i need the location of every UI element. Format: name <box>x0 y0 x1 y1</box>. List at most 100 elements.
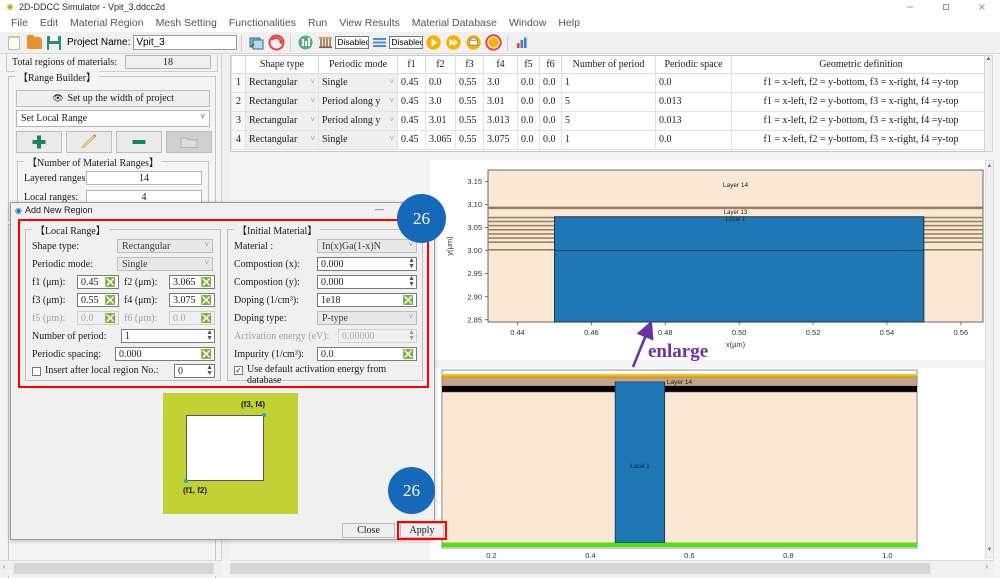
table-cell-mode[interactable]: Single ˅ <box>318 129 398 150</box>
edit-range-button[interactable] <box>66 131 112 153</box>
clear-icon[interactable]: ❎ <box>201 295 212 306</box>
table-cell-geo[interactable]: f1 = x-left, f2 = y-bottom, f3 = x-right… <box>731 72 991 93</box>
table-cell-f3[interactable]: 0.55 <box>455 72 484 93</box>
table-cell-periods[interactable]: 5 <box>561 110 656 131</box>
solver-status-field[interactable]: Disabled <box>389 36 424 49</box>
table-vertical-scrollbar[interactable]: ▲ <box>984 55 993 152</box>
table-cell-f1[interactable]: 0.45 <box>397 72 426 93</box>
use-default-activation-checkbox[interactable]: ✓ <box>234 366 243 375</box>
menu-view-results[interactable]: View Results <box>333 17 406 29</box>
table-cell-f2[interactable]: 3.065 <box>425 129 456 150</box>
number-of-period-input[interactable]: 1 ▲ ▼ <box>121 329 215 343</box>
open-folder-icon[interactable] <box>25 34 43 52</box>
composition-y-input[interactable]: 0.000 ▲ ▼ <box>317 275 417 289</box>
table-cell-idx[interactable]: 4 <box>231 129 246 150</box>
table-cell-f1[interactable]: 0.45 <box>397 91 426 112</box>
table-cell-f5[interactable]: 0.0 <box>517 129 540 150</box>
menu-mesh-setting[interactable]: Mesh Setting <box>150 17 223 29</box>
table-cell-shape[interactable]: Rectangular ˅ <box>245 91 319 112</box>
material-select[interactable]: In(x)Ga(1-x)N ˅ <box>317 239 417 253</box>
table-row[interactable]: 4 Rectangular ˅ Single ˅ 0.45 3.065 0.55 3.075 0.… <box>231 129 991 150</box>
clear-icon[interactable]: ❎ <box>403 295 414 306</box>
mesh-icon[interactable] <box>316 34 334 52</box>
menu-file[interactable]: File <box>5 17 34 29</box>
table-cell-mode[interactable]: Period along y ˅ <box>318 91 398 112</box>
table-cell-f5[interactable]: 0.0 <box>517 110 540 131</box>
f4-input[interactable]: 3.075 ❎ <box>169 293 215 307</box>
table-cell-geo[interactable]: f1 = x-left, f2 = y-bottom, f3 = x-right… <box>731 129 991 150</box>
reload-icon[interactable] <box>267 34 285 52</box>
close-button[interactable]: Close <box>342 523 395 538</box>
mesh-status-field[interactable]: Disabled <box>335 36 370 49</box>
table-cell-mode[interactable]: Single ˅ <box>318 72 398 93</box>
f1-input[interactable]: 0.45 ❎ <box>77 275 119 289</box>
table-cell-f3[interactable]: 0.55 <box>455 110 484 131</box>
impurity-input[interactable]: 0.0 ❎ <box>317 347 417 361</box>
menu-run[interactable]: Run <box>302 17 333 29</box>
periodic-spacing-input[interactable]: 0.000 ❎ <box>115 347 215 361</box>
shape-preview-handle-topright[interactable] <box>262 413 266 417</box>
add-range-button[interactable] <box>16 131 62 153</box>
table-cell-shape[interactable]: Rectangular ˅ <box>245 129 319 150</box>
table-cell-space[interactable]: 0.0 <box>655 72 732 93</box>
menu-material-database[interactable]: Material Database <box>406 17 503 29</box>
menu-help[interactable]: Help <box>552 17 586 29</box>
table-row[interactable]: 1 Rectangular ˅ Single ˅ 0.45 0.0 0.55 3.0 0.0 0.0… <box>231 72 991 93</box>
maximize-button[interactable] <box>928 0 964 14</box>
doping-type-select[interactable]: P-type ˅ <box>317 311 417 325</box>
table-cell-f2[interactable]: 3.01 <box>425 110 456 131</box>
apply-button[interactable]: Apply <box>400 523 444 538</box>
table-row[interactable]: 2 Rectangular ˅ Period along y ˅ 0.45 3.0 0.55 3… <box>231 91 991 112</box>
dialog-minimize-button[interactable]: — <box>375 204 384 214</box>
table-cell-f4[interactable]: 3.0 <box>483 72 518 93</box>
table-cell-f3[interactable]: 0.55 <box>455 91 484 112</box>
setup-width-button[interactable]: 👁 Set up the width of project <box>16 90 210 107</box>
clear-icon[interactable]: ❎ <box>105 295 116 306</box>
total-regions-value[interactable]: 18 <box>125 55 211 69</box>
spinner-icon[interactable]: ▲ ▼ <box>408 275 415 288</box>
table-cell-geo[interactable]: f1 = x-left, f2 = y-bottom, f3 = x-right… <box>731 91 991 112</box>
menu-functionalities[interactable]: Functionalities <box>223 17 302 29</box>
menu-window[interactable]: Window <box>503 17 552 29</box>
close-button[interactable] <box>964 0 1000 14</box>
minimize-button[interactable] <box>892 0 928 14</box>
refresh-mesh-icon[interactable] <box>247 34 265 52</box>
table-cell-f5[interactable]: 0.0 <box>517 72 540 93</box>
insert-after-input[interactable]: 0 ▲ ▼ <box>174 364 215 378</box>
table-cell-f2[interactable]: 0.0 <box>425 72 456 93</box>
shape-type-select[interactable]: Rectangular ˅ <box>117 239 213 253</box>
table-row[interactable]: 3 Rectangular ˅ Period along y ˅ 0.45 3.01 0.55… <box>231 110 991 131</box>
chart-icon[interactable] <box>513 34 531 52</box>
insert-after-checkbox[interactable] <box>32 367 41 376</box>
table-cell-periods[interactable]: 1 <box>561 72 656 93</box>
table-cell-space[interactable]: 0.013 <box>655 110 732 131</box>
table-cell-idx[interactable]: 2 <box>231 91 246 112</box>
table-cell-f6[interactable]: 0.0 <box>539 110 562 131</box>
table-cell-idx[interactable]: 1 <box>231 72 246 93</box>
main-horizontal-scrollbar[interactable]: › <box>230 560 994 576</box>
spinner-icon[interactable]: ▲ ▼ <box>408 257 415 270</box>
plot-vertical-scrollbar[interactable]: ▲ ▼ <box>985 160 994 558</box>
remove-range-button[interactable] <box>116 131 162 153</box>
table-cell-space[interactable]: 0.0 <box>655 129 732 150</box>
table-cell-shape[interactable]: Rectangular ˅ <box>245 72 319 93</box>
f3-input[interactable]: 0.55 ❎ <box>77 293 119 307</box>
spinner-icon[interactable]: ▲ ▼ <box>206 329 213 342</box>
f2-input[interactable]: 3.065 ❎ <box>169 275 215 289</box>
table-cell-periods[interactable]: 5 <box>561 91 656 112</box>
table-cell-f6[interactable]: 0.0 <box>539 129 562 150</box>
local-range-select[interactable]: Set Local Range ˅ <box>16 110 210 127</box>
menu-edit[interactable]: Edit <box>34 17 64 29</box>
list-icon[interactable] <box>370 34 388 52</box>
table-cell-f4[interactable]: 3.075 <box>483 129 518 150</box>
table-cell-f4[interactable]: 3.01 <box>483 91 518 112</box>
structure-icon[interactable] <box>296 34 314 52</box>
clear-icon[interactable]: ❎ <box>105 277 116 288</box>
composition-x-input[interactable]: 0.000 ▲ ▼ <box>317 257 417 271</box>
clear-icon[interactable]: ❎ <box>201 349 212 360</box>
table-cell-f4[interactable]: 3.013 <box>483 110 518 131</box>
table-cell-geo[interactable]: f1 = x-left, f2 = y-bottom, f3 = x-right… <box>731 110 991 131</box>
save-icon[interactable] <box>45 34 63 52</box>
export-icon[interactable] <box>464 34 482 52</box>
table-cell-f2[interactable]: 3.0 <box>425 91 456 112</box>
